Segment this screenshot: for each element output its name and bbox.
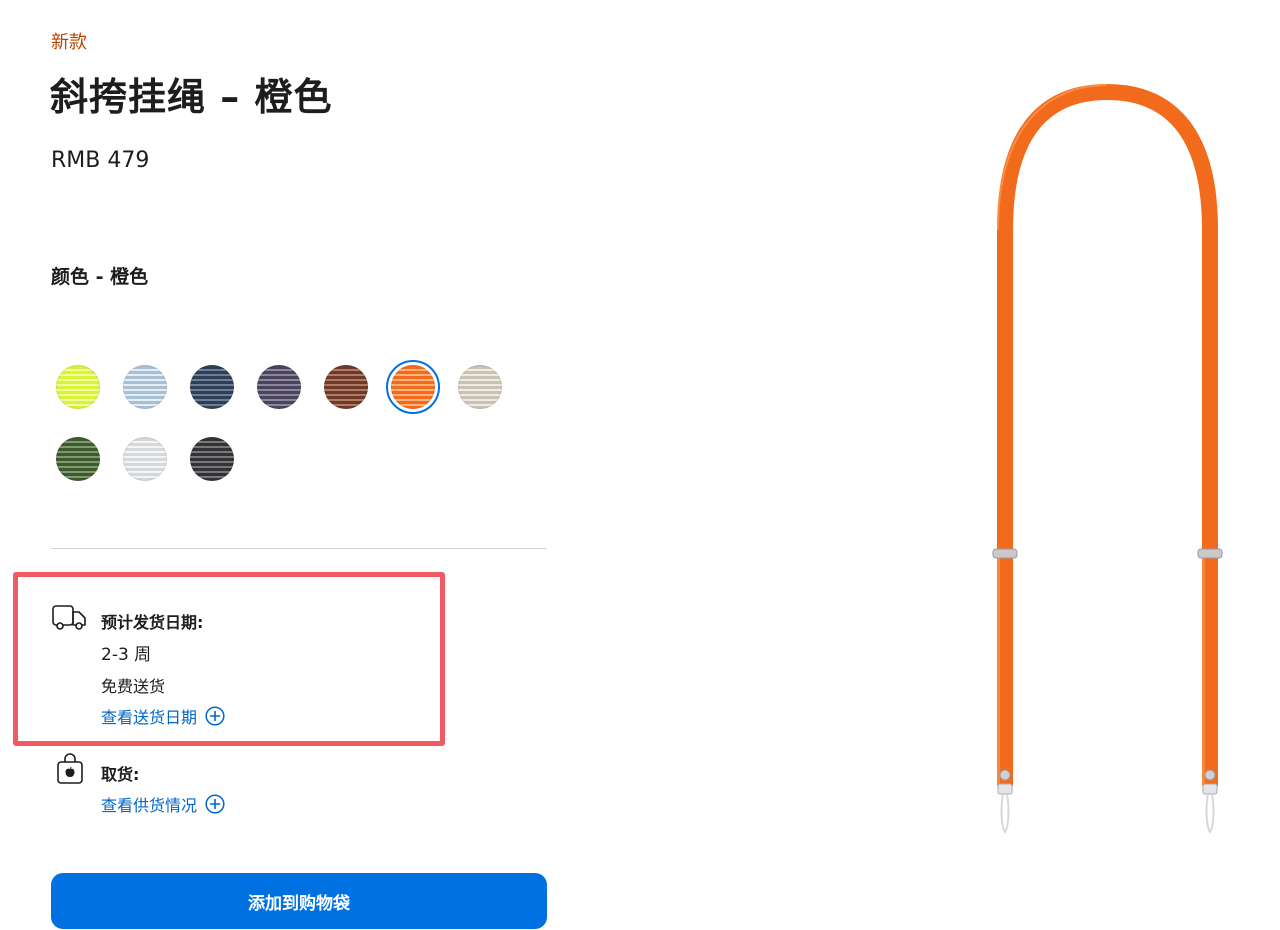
color-swatch-4[interactable] xyxy=(257,365,301,409)
delivery-truck-icon xyxy=(52,605,86,630)
view-availability-label: 查看供货情况 xyxy=(101,796,198,815)
color-swatch-3[interactable] xyxy=(190,365,234,409)
color-swatch-5[interactable] xyxy=(324,365,368,409)
plus-circle-icon xyxy=(205,706,225,726)
add-to-bag-button[interactable]: 添加到购物袋 xyxy=(51,873,547,929)
product-image xyxy=(992,84,1223,834)
product-title: 斜挎挂绳 – 橙色 xyxy=(50,75,333,119)
strap-body xyxy=(997,84,1218,556)
shipping-info: 免费送货 xyxy=(101,677,166,696)
color-swatch-1[interactable] xyxy=(56,365,100,409)
view-delivery-dates-link[interactable]: 查看送货日期 xyxy=(101,704,225,728)
selected-swatch-ring xyxy=(386,360,440,414)
new-badge: 新款 xyxy=(51,32,87,53)
delivery-label: 预计发货日期: xyxy=(101,613,204,632)
color-swatch-9[interactable] xyxy=(123,437,167,481)
right-slider xyxy=(1197,548,1223,559)
delivery-highlight-box xyxy=(13,572,445,746)
view-availability-link[interactable]: 查看供货情况 xyxy=(101,792,225,816)
color-swatch-8[interactable] xyxy=(56,437,100,481)
color-swatch-2[interactable] xyxy=(123,365,167,409)
color-label: 颜色 - 橙色 xyxy=(51,266,149,288)
view-delivery-dates-label: 查看送货日期 xyxy=(101,708,198,727)
left-slider xyxy=(992,548,1018,559)
color-swatch-10[interactable] xyxy=(190,437,234,481)
shopping-bag-icon xyxy=(57,753,83,784)
delivery-time: 2-3 周 xyxy=(101,645,152,665)
pickup-label: 取货: xyxy=(101,765,140,784)
divider xyxy=(51,548,547,549)
product-price: RMB 479 xyxy=(51,148,150,173)
plus-circle-icon xyxy=(205,794,225,814)
color-swatch-7[interactable] xyxy=(458,365,502,409)
